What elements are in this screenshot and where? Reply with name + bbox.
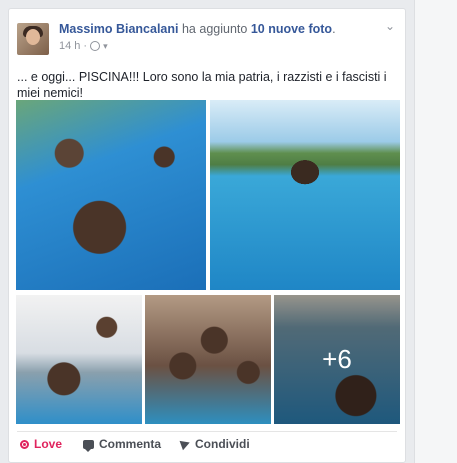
author-avatar[interactable] bbox=[17, 23, 49, 55]
comment-button[interactable]: Commenta bbox=[83, 437, 162, 452]
photo-count-link[interactable]: 10 nuove foto bbox=[251, 22, 332, 36]
right-rail bbox=[414, 0, 457, 463]
love-icon bbox=[20, 439, 29, 449]
love-label: Love bbox=[34, 437, 63, 451]
author-name-link[interactable]: Massimo Biancalani bbox=[59, 22, 179, 36]
photo-2[interactable] bbox=[210, 100, 400, 290]
share-label: Condividi bbox=[195, 437, 250, 451]
post-headline: Massimo Biancalani ha aggiunto 10 nuove … bbox=[59, 22, 336, 36]
love-button[interactable]: Love bbox=[20, 437, 62, 451]
photo-3[interactable] bbox=[16, 295, 142, 424]
meta-separator: · bbox=[83, 40, 88, 52]
more-photos-count: +6 bbox=[322, 344, 352, 374]
audience-chevron-icon[interactable]: ▾ bbox=[103, 41, 108, 52]
post-card: Massimo Biancalani ha aggiunto 10 nuove … bbox=[8, 8, 406, 463]
comment-icon bbox=[83, 439, 94, 452]
photo-5-more[interactable]: +6 bbox=[274, 295, 400, 424]
globe-icon[interactable] bbox=[90, 41, 101, 51]
post-header: Massimo Biancalani ha aggiunto 10 nuove … bbox=[17, 19, 397, 57]
post-actions: Love Commenta Condividi bbox=[17, 435, 397, 455]
post-options-chevron-icon[interactable]: ⌄ bbox=[385, 19, 395, 33]
share-icon bbox=[179, 437, 192, 451]
action-suffix: . bbox=[332, 22, 336, 36]
share-button[interactable]: Condividi bbox=[179, 437, 250, 451]
action-text: ha aggiunto bbox=[181, 22, 248, 36]
post-meta: 14 h · ▾ bbox=[59, 40, 108, 52]
post-timestamp[interactable]: 14 h bbox=[59, 40, 80, 52]
post-text: ... e oggi... PISCINA!!! Loro sono la mi… bbox=[17, 70, 387, 100]
photo-grid: +6 bbox=[16, 100, 400, 424]
more-photos-overlay[interactable]: +6 bbox=[274, 295, 400, 424]
actions-divider bbox=[17, 431, 397, 432]
photo-1[interactable] bbox=[16, 100, 206, 290]
comment-label: Commenta bbox=[99, 437, 162, 451]
photo-4[interactable] bbox=[145, 295, 271, 424]
